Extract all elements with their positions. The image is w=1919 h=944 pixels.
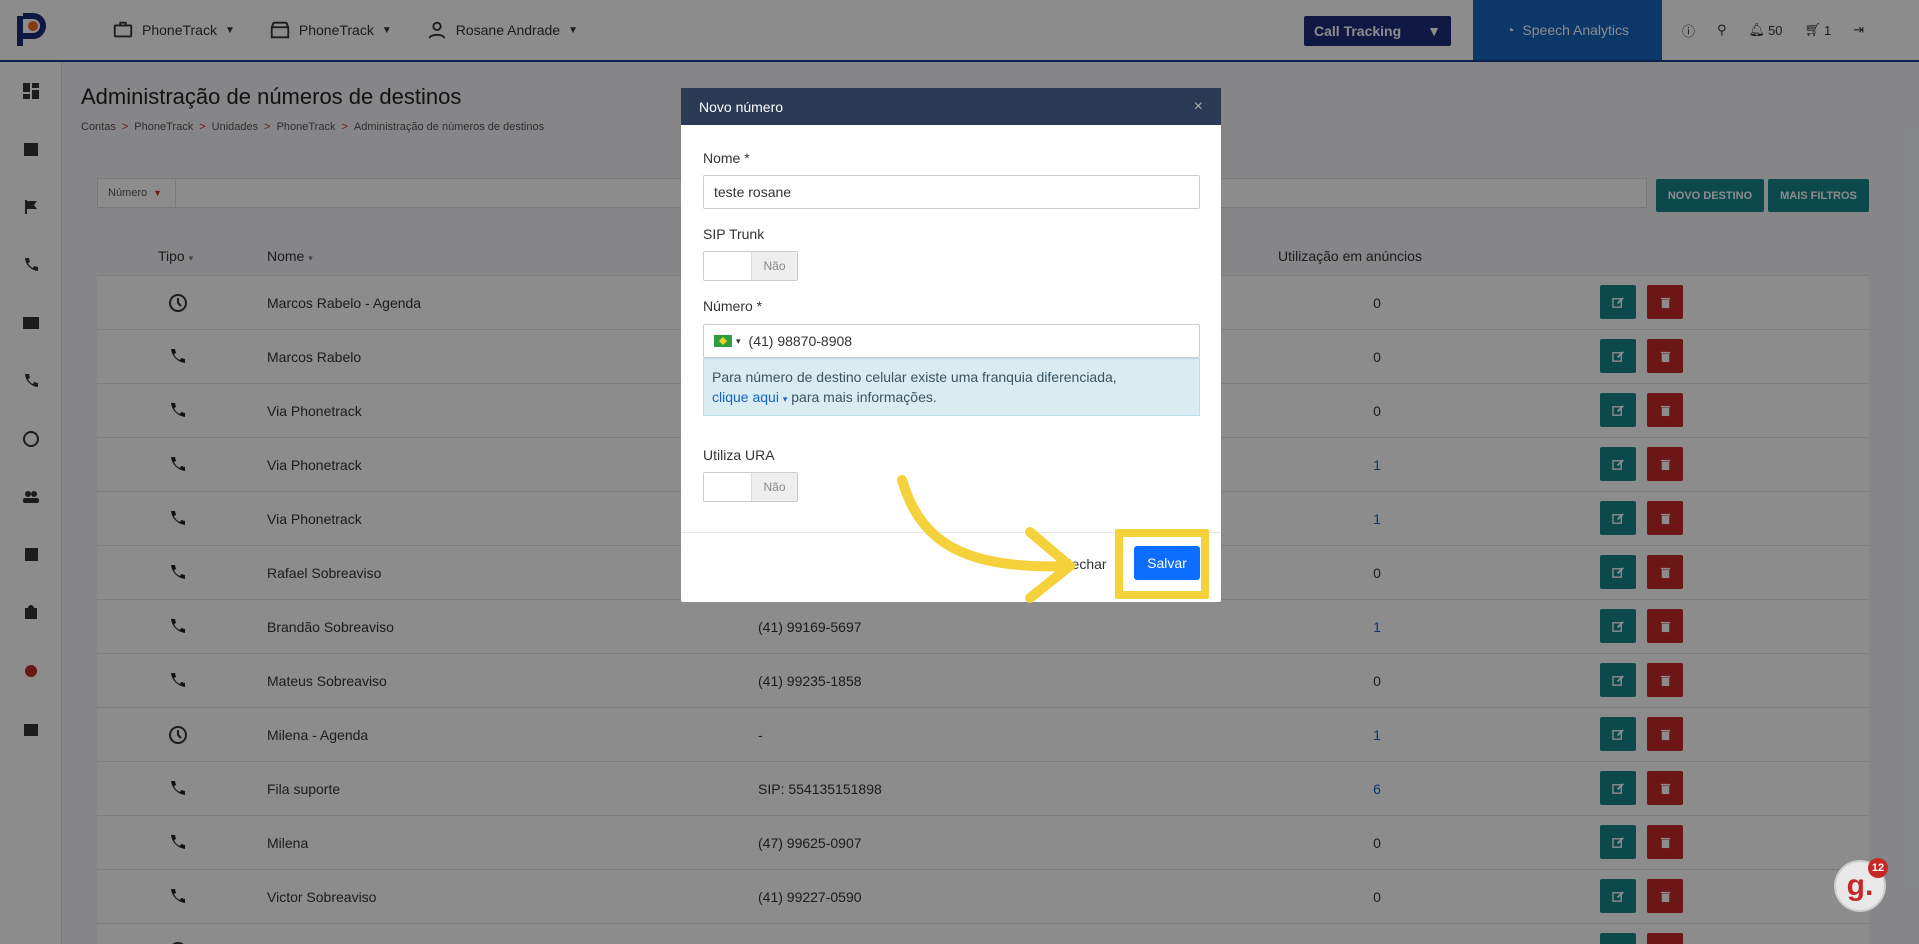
name-input[interactable]: teste rosane — [703, 175, 1200, 209]
info-after-text: para mais informações. — [791, 389, 937, 405]
support-chat-count: 12 — [1868, 858, 1888, 878]
toggle-knob — [704, 473, 752, 501]
ura-toggle-text: Não — [752, 473, 797, 501]
toggle-knob — [704, 252, 752, 280]
brazil-flag-icon[interactable] — [714, 335, 732, 347]
sip-trunk-toggle-text: Não — [752, 252, 797, 280]
sip-trunk-toggle[interactable]: Não — [703, 251, 798, 281]
close-icon[interactable]: × — [1194, 98, 1203, 116]
support-chat-button[interactable]: g. 12 — [1834, 858, 1888, 912]
save-button-highlight — [1115, 529, 1209, 599]
modal-header: Novo número × — [681, 88, 1221, 125]
info-text: Para número de destino celular existe um… — [712, 369, 1117, 385]
country-caret-icon[interactable]: ▾ — [736, 336, 741, 347]
name-label: Nome * — [703, 150, 750, 166]
info-link-label: clique aqui — [712, 389, 779, 405]
caret-down-icon: ▾ — [782, 394, 788, 404]
sip-trunk-label: SIP Trunk — [703, 226, 765, 242]
modal-title: Novo número — [699, 98, 784, 115]
pointer-arrow-icon — [897, 475, 1075, 603]
number-input-value: (41) 98870-8908 — [748, 333, 853, 349]
ura-label: Utiliza URA — [703, 447, 775, 463]
franchise-info-alert: Para número de destino celular existe um… — [703, 358, 1200, 416]
info-link[interactable]: clique aqui ▾ — [712, 389, 787, 405]
number-input[interactable]: ▾ (41) 98870-8908 — [703, 324, 1200, 358]
number-label: Número * — [703, 298, 763, 314]
ura-toggle[interactable]: Não — [703, 472, 798, 502]
